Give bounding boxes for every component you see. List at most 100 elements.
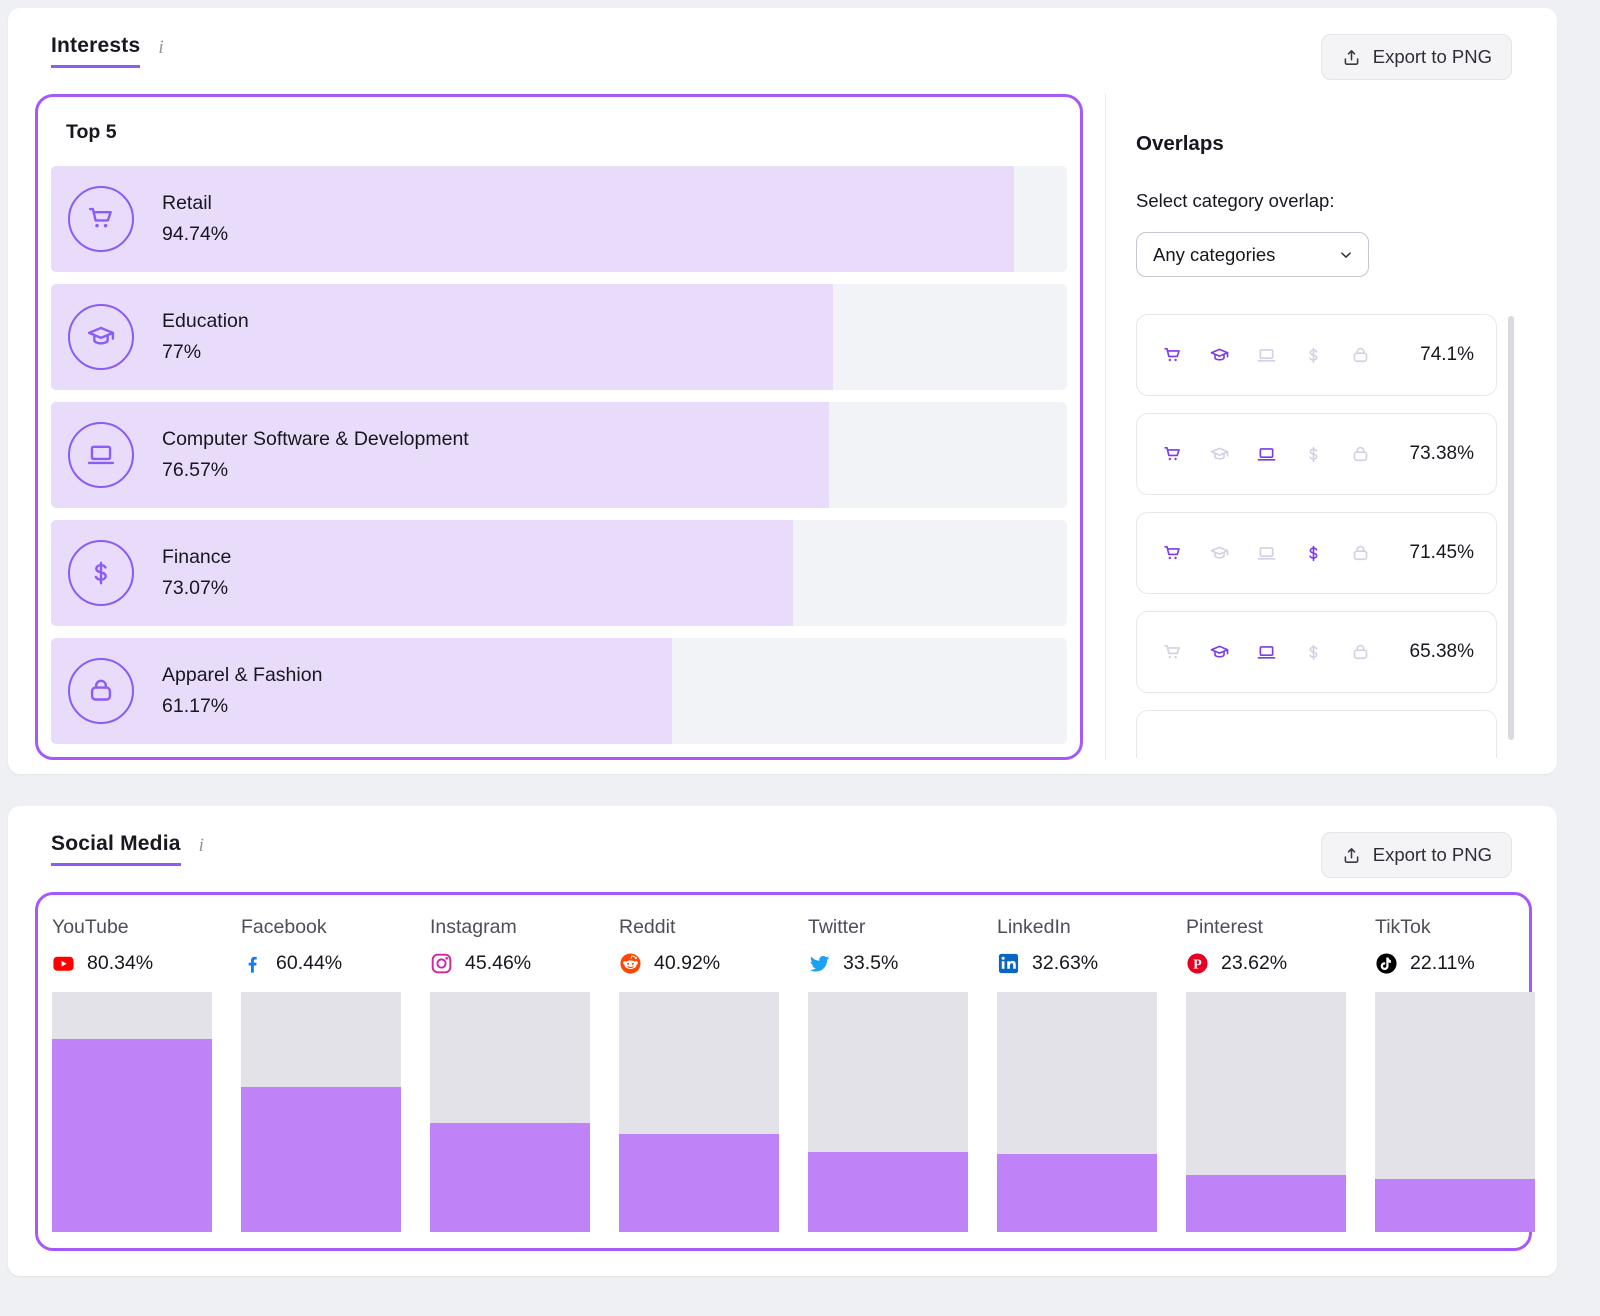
graduation-cap-icon [68, 304, 134, 370]
facebook-icon [241, 952, 264, 975]
platform-name: YouTube [52, 916, 212, 939]
info-icon[interactable]: i [155, 37, 166, 59]
linkedin-icon [997, 952, 1020, 975]
social-media-title: Social Media [51, 832, 181, 866]
bar-fill [808, 1152, 968, 1232]
social-platform-youtube: YouTube 80.34% [52, 916, 212, 1232]
interests-title: Interests [51, 34, 140, 68]
export-button-label: Export to PNG [1373, 844, 1492, 866]
bar-fill [430, 1123, 590, 1232]
platform-value: 32.63% [1032, 952, 1098, 975]
bar-track [1375, 992, 1535, 1232]
platform-name: Instagram [430, 916, 590, 939]
reddit-icon [619, 952, 642, 975]
laptop-icon [1255, 641, 1278, 664]
info-icon[interactable]: i [196, 835, 207, 857]
bar-track [997, 992, 1157, 1232]
social-platform-facebook: Facebook 60.44% [241, 916, 401, 1232]
social-header: Social Media i Export to PNG [8, 806, 1557, 888]
export-button-label: Export to PNG [1373, 46, 1492, 68]
overlaps-scrollbar[interactable] [1508, 316, 1514, 740]
social-platform-twitter: Twitter 33.5% [808, 916, 968, 1232]
platform-value: 23.62% [1221, 952, 1287, 975]
dollar-icon [1302, 344, 1325, 367]
bar-track [1186, 992, 1346, 1232]
bar-fill [619, 1134, 779, 1232]
shopping-cart-icon [1161, 443, 1184, 466]
platform-name: Facebook [241, 916, 401, 939]
top5-title: Top 5 [66, 121, 1067, 144]
platform-value: 60.44% [276, 952, 342, 975]
social-platform-instagram: Instagram 45.46% [430, 916, 590, 1232]
chevron-down-icon [1337, 246, 1355, 264]
platform-value: 40.92% [654, 952, 720, 975]
interests-body: Top 5 Retail 94.74% [8, 90, 1557, 774]
interest-label: Finance [162, 546, 231, 569]
laptop-icon [1255, 443, 1278, 466]
page: Interests i Export to PNG Top 5 [0, 0, 1600, 1301]
interest-value: 77% [162, 341, 249, 364]
bar-fill [1375, 1179, 1535, 1232]
overlap-row: 65.38% [1136, 611, 1497, 693]
laptop-icon [1255, 344, 1278, 367]
upload-icon [1341, 845, 1362, 866]
interest-row-apparel: Apparel & Fashion 61.17% [51, 638, 1067, 744]
top5-panel: Top 5 Retail 94.74% [35, 94, 1083, 760]
overlap-value: 71.45% [1410, 542, 1474, 564]
social-platform-tiktok: TikTok 22.11% [1375, 916, 1535, 1232]
tiktok-icon [1375, 952, 1398, 975]
social-panel: YouTube 80.34% Facebook 60.44% [35, 892, 1532, 1251]
dollar-icon [1302, 443, 1325, 466]
platform-value: 45.46% [465, 952, 531, 975]
category-dropdown[interactable]: Any categories [1136, 232, 1369, 277]
graduation-cap-icon [1208, 344, 1231, 367]
overlaps-panel: Overlaps Select category overlap: Any ca… [1105, 94, 1557, 760]
bar-track [430, 992, 590, 1232]
interest-label: Apparel & Fashion [162, 664, 322, 687]
platform-name: TikTok [1375, 916, 1535, 939]
social-media-card: Social Media i Export to PNG YouTube 80.… [8, 806, 1557, 1276]
overlap-row: 74.1% [1136, 314, 1497, 396]
interest-label: Retail [162, 192, 228, 215]
interest-value: 61.17% [162, 695, 322, 718]
interest-row-finance: Finance 73.07% [51, 520, 1067, 626]
export-png-button[interactable]: Export to PNG [1321, 34, 1512, 80]
dollar-icon [1302, 542, 1325, 565]
social-columns: YouTube 80.34% Facebook 60.44% [52, 916, 1515, 1232]
platform-name: Pinterest [1186, 916, 1346, 939]
interests-card: Interests i Export to PNG Top 5 [8, 8, 1557, 774]
overlap-row: 73.38% [1136, 413, 1497, 495]
interest-row-retail: Retail 94.74% [51, 166, 1067, 272]
overlap-value: 65.38% [1410, 641, 1474, 663]
shopping-cart-icon [68, 186, 134, 252]
interest-value: 76.57% [162, 459, 469, 482]
interest-row-software: Computer Software & Development 76.57% [51, 402, 1067, 508]
graduation-cap-icon [1208, 443, 1231, 466]
social-platform-reddit: Reddit 40.92% [619, 916, 779, 1232]
social-platform-linkedin: LinkedIn 32.63% [997, 916, 1157, 1232]
youtube-icon [52, 952, 75, 975]
overlap-select-label: Select category overlap: [1136, 190, 1497, 212]
social-platform-pinterest: Pinterest 23.62% [1186, 916, 1346, 1232]
overlap-value: 73.38% [1410, 443, 1474, 465]
handbag-icon [1349, 641, 1372, 664]
bar-track [52, 992, 212, 1232]
bar-track [241, 992, 401, 1232]
shopping-cart-icon [1161, 344, 1184, 367]
overlap-rows: 74.1% 73.38% [1136, 314, 1497, 758]
overlap-row: 71.45% [1136, 512, 1497, 594]
export-png-button[interactable]: Export to PNG [1321, 832, 1512, 878]
twitter-icon [808, 952, 831, 975]
interest-label: Computer Software & Development [162, 428, 469, 451]
interest-value: 73.07% [162, 577, 231, 600]
handbag-icon [68, 658, 134, 724]
instagram-icon [430, 952, 453, 975]
platform-name: Reddit [619, 916, 779, 939]
bar-fill [241, 1087, 401, 1232]
handbag-icon [1349, 344, 1372, 367]
overlaps-title: Overlaps [1136, 132, 1497, 156]
bar-fill [997, 1154, 1157, 1232]
handbag-icon [1349, 542, 1372, 565]
interest-value: 94.74% [162, 223, 228, 246]
shopping-cart-icon [1161, 542, 1184, 565]
